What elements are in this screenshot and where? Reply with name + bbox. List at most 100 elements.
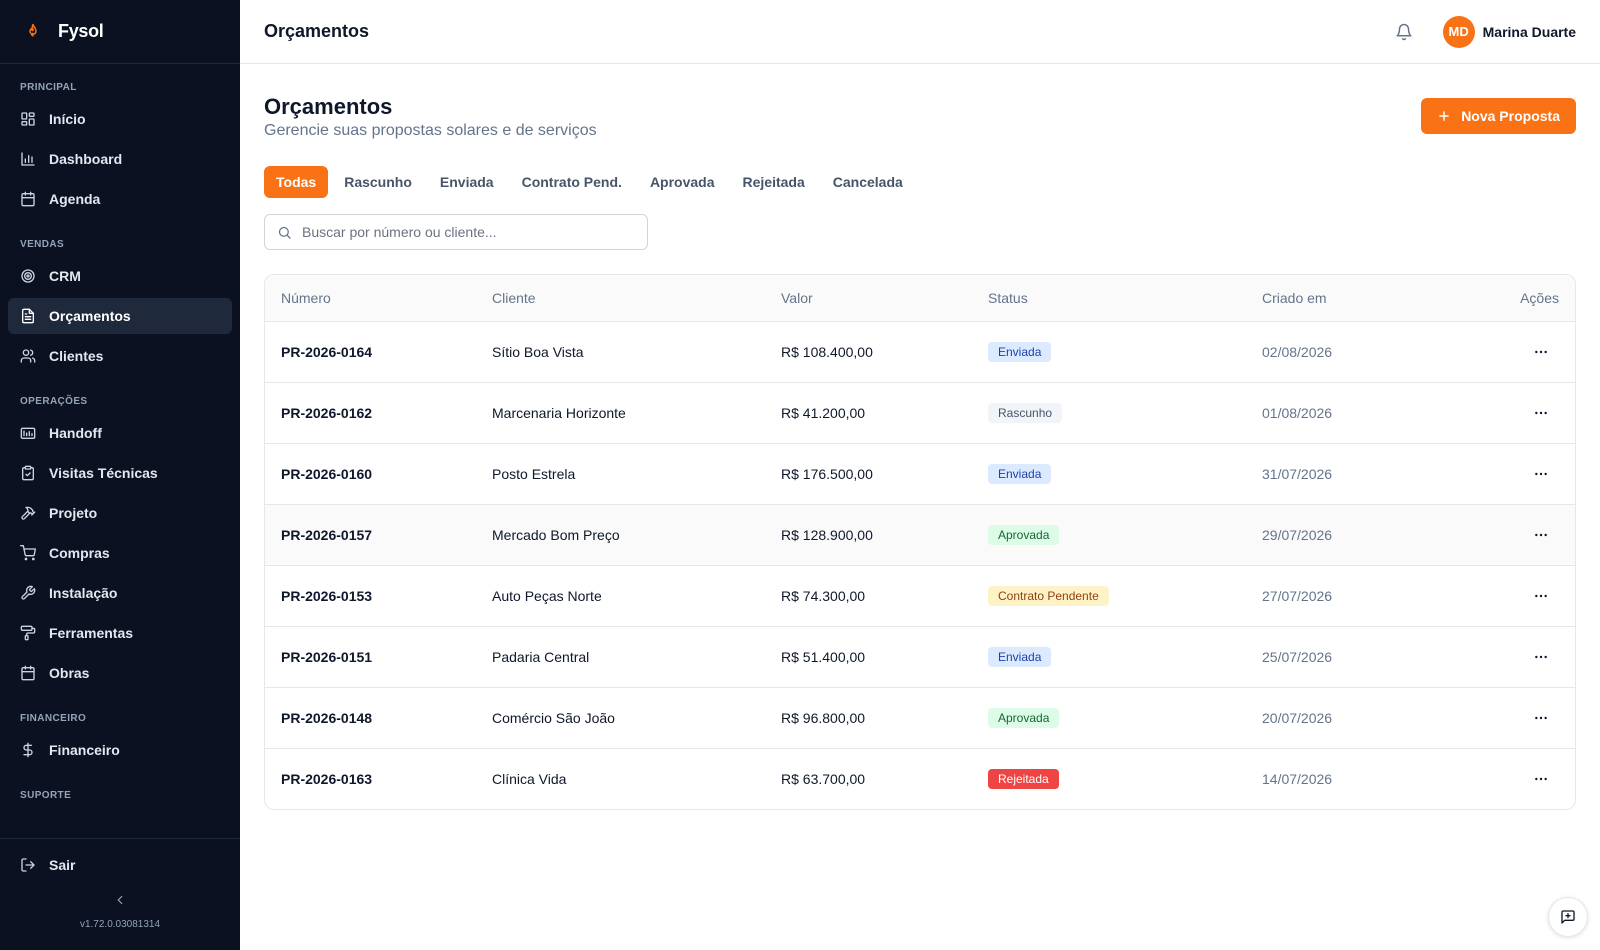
handoff-icon: [20, 427, 36, 439]
cell-status: Enviada: [972, 443, 1246, 505]
table-row[interactable]: PR-2026-0151 Padaria Central R$ 51.400,0…: [265, 626, 1575, 688]
top-header: Orçamentos MD Marina Duarte: [240, 0, 1600, 64]
sidebar-item-crm[interactable]: CRM: [8, 258, 232, 294]
cell-numero[interactable]: PR-2026-0160: [265, 443, 476, 505]
more-horizontal-icon[interactable]: [1533, 588, 1549, 604]
more-horizontal-icon[interactable]: [1533, 771, 1549, 787]
target-icon: [21, 269, 35, 283]
calendar-icon: [21, 665, 35, 681]
more-horizontal-icon[interactable]: [1533, 649, 1549, 665]
more-horizontal-icon[interactable]: [1533, 344, 1549, 360]
cell-numero[interactable]: PR-2026-0151: [265, 626, 476, 688]
status-badge: Rascunho: [988, 402, 1063, 423]
file-text-icon: [22, 308, 34, 324]
sidebar-item-clientes[interactable]: Clientes: [8, 338, 232, 374]
status-badge: Enviada: [988, 646, 1052, 667]
column-header-numero[interactable]: Número: [265, 275, 476, 322]
search-icon: [278, 226, 291, 239]
cell-cliente: Clínica Vida: [492, 770, 567, 787]
collapse-sidebar-button[interactable]: [8, 893, 232, 907]
table-row[interactable]: PR-2026-0157 Mercado Bom Preço R$ 128.90…: [265, 504, 1575, 566]
proposals-table-card: Número Cliente Valor Status Criado em Aç…: [264, 274, 1576, 810]
sidebar-item-dashboard[interactable]: Dashboard: [8, 141, 232, 177]
cell-status: Aprovada: [972, 687, 1246, 749]
sidebar-item-compras[interactable]: Compras: [8, 535, 232, 571]
sidebar-item-handoff[interactable]: Handoff: [8, 415, 232, 451]
chevron-left-icon: [117, 895, 123, 905]
proposals-table: Número Cliente Valor Status Criado em Aç…: [265, 275, 1575, 809]
brand[interactable]: Fysol: [0, 0, 240, 64]
bell-icon[interactable]: [1395, 23, 1413, 41]
section-label-vendas: VENDAS: [20, 239, 65, 250]
cell-status: Rejeitada: [972, 748, 1246, 809]
table-row[interactable]: PR-2026-0148 Comércio São João R$ 96.800…: [265, 687, 1575, 749]
plus-icon: [1439, 111, 1449, 121]
column-header-valor[interactable]: Valor: [765, 275, 972, 322]
more-horizontal-icon[interactable]: [1533, 405, 1549, 421]
cell-valor: R$ 41.200,00: [765, 382, 972, 444]
sidebar-item-label: Dashboard: [49, 151, 123, 167]
cell-criado-em: 25/07/2026: [1246, 626, 1441, 688]
calendar-icon: [21, 191, 35, 207]
sidebar-item-agenda[interactable]: Agenda: [8, 181, 232, 217]
cell-numero[interactable]: PR-2026-0157: [265, 504, 476, 566]
more-horizontal-icon[interactable]: [1533, 710, 1549, 726]
column-header-status[interactable]: Status: [972, 275, 1246, 322]
cell-numero[interactable]: PR-2026-0164: [265, 321, 476, 383]
table-row[interactable]: PR-2026-0163 Clínica Vida R$ 63.700,00 R…: [265, 748, 1575, 809]
more-horizontal-icon[interactable]: [1533, 527, 1549, 543]
logout-button[interactable]: Sair: [8, 847, 232, 883]
new-proposal-label: Nova Proposta: [1461, 108, 1560, 124]
sidebar-item-inicio[interactable]: Início: [8, 101, 232, 137]
column-header-cliente[interactable]: Cliente: [476, 275, 765, 322]
cell-numero[interactable]: PR-2026-0148: [265, 687, 476, 749]
logout-icon: [21, 858, 35, 872]
cell-numero[interactable]: PR-2026-0162: [265, 382, 476, 444]
sidebar-item-ferramentas[interactable]: Ferramentas: [8, 615, 232, 651]
cell-criado-em: 27/07/2026: [1246, 565, 1441, 627]
cell-numero[interactable]: PR-2026-0153: [265, 565, 476, 627]
section-label-financeiro: FINANCEIRO: [20, 713, 87, 724]
chat-button[interactable]: [1548, 897, 1588, 937]
cell-status: Enviada: [972, 626, 1246, 688]
user-name[interactable]: Marina Duarte: [1483, 24, 1576, 40]
tab-contrato-pend[interactable]: Contrato Pend.: [510, 166, 634, 198]
cell-numero[interactable]: PR-2026-0163: [265, 748, 476, 809]
tab-todas[interactable]: Todas: [264, 166, 329, 198]
search-input[interactable]: [302, 224, 632, 240]
avatar[interactable]: MD: [1442, 15, 1475, 48]
tab-aprovada[interactable]: Aprovada: [638, 166, 727, 198]
status-badge: Aprovada: [988, 524, 1060, 545]
sidebar-item-orcamentos[interactable]: Orçamentos: [8, 298, 232, 334]
table-row[interactable]: PR-2026-0153 Auto Peças Norte R$ 74.300,…: [265, 565, 1575, 627]
status-badge: Enviada: [988, 463, 1052, 484]
sidebar-item-projeto[interactable]: Projeto: [8, 495, 232, 531]
sidebar-item-label: Agenda: [49, 191, 101, 207]
column-header-criado-em[interactable]: Criado em: [1246, 275, 1441, 322]
cell-valor: R$ 128.900,00: [765, 504, 972, 566]
tab-rascunho[interactable]: Rascunho: [332, 166, 424, 198]
sidebar-item-label: CRM: [49, 268, 81, 284]
table-row[interactable]: PR-2026-0164 Sítio Boa Vista R$ 108.400,…: [265, 321, 1575, 383]
table-row[interactable]: PR-2026-0160 Posto Estrela R$ 176.500,00…: [265, 443, 1575, 505]
sidebar-item-visitas-tecnicas[interactable]: Visitas Técnicas: [8, 455, 232, 491]
cell-acoes: [1440, 565, 1575, 627]
new-proposal-button[interactable]: Nova Proposta: [1421, 98, 1576, 134]
tab-enviada[interactable]: Enviada: [428, 166, 506, 198]
table-row[interactable]: PR-2026-0162 Marcenaria Horizonte R$ 41.…: [265, 382, 1575, 444]
sidebar-item-obras[interactable]: Obras: [8, 655, 232, 691]
page-subtitle: Gerencie suas propostas solares e de ser…: [264, 122, 597, 139]
brand-name: Fysol: [58, 21, 104, 41]
sidebar-item-instalacao[interactable]: Instalação: [8, 575, 232, 611]
status-tabs: Todas Rascunho Enviada Contrato Pend. Ap…: [264, 166, 1576, 198]
more-horizontal-icon[interactable]: [1533, 466, 1549, 482]
sidebar-item-financeiro[interactable]: Financeiro: [8, 732, 232, 768]
sidebar-item-label: Visitas Técnicas: [49, 465, 158, 481]
tab-rejeitada[interactable]: Rejeitada: [731, 166, 817, 198]
cell-acoes: [1440, 504, 1575, 566]
cart-icon: [20, 545, 36, 561]
cell-criado-em: 29/07/2026: [1246, 504, 1441, 566]
flame-icon: [29, 23, 37, 36]
tab-cancelada[interactable]: Cancelada: [821, 166, 915, 198]
logout-label: Sair: [49, 857, 76, 873]
